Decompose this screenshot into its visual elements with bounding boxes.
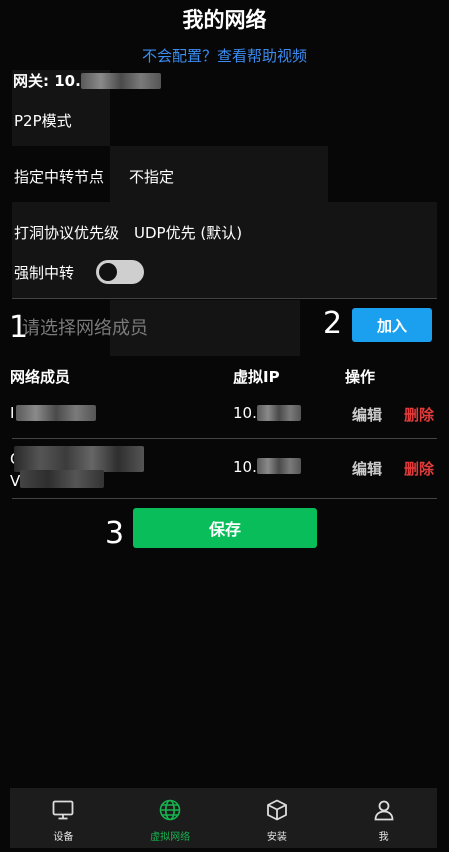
virtual-ip: 10.: [233, 404, 257, 422]
step-marker-3: 3: [105, 516, 125, 551]
divider: [12, 438, 437, 439]
tab-label: 虚拟网络: [150, 832, 191, 843]
header-actions: 操作: [345, 368, 376, 386]
force-relay-label: 强制中转: [14, 264, 75, 282]
redacted-ip: [257, 405, 301, 421]
user-icon: [374, 800, 394, 821]
tab-label: 我: [378, 832, 389, 843]
relay-node-select[interactable]: 不指定: [129, 166, 174, 187]
tab-me[interactable]: 我: [330, 788, 437, 848]
relay-node-label: 指定中转节点: [14, 168, 105, 186]
settings-panel-bg-3: [12, 202, 437, 298]
member-select-input[interactable]: [22, 312, 312, 344]
redacted-member-name: [14, 446, 144, 472]
member-name-line2: V: [10, 472, 21, 490]
member-name: I: [10, 404, 15, 422]
help-video-link[interactable]: 不会配置？查看帮助视频: [0, 45, 449, 66]
table-row: I 10. 编辑 删除: [10, 396, 437, 436]
bottom-tab-bar: 设备 虚拟网络 安装 我: [10, 788, 437, 848]
punch-priority-select[interactable]: UDP优先 (默认): [134, 222, 242, 243]
toggle-knob: [99, 263, 117, 281]
divider: [12, 498, 437, 499]
package-icon: [266, 799, 287, 821]
edit-button[interactable]: 编辑: [352, 404, 382, 425]
edit-button[interactable]: 编辑: [352, 458, 382, 479]
force-relay-toggle[interactable]: [96, 260, 144, 284]
virtual-ip: 10.: [233, 458, 257, 476]
redacted-member-name: [16, 405, 96, 421]
table-row: O V 10. 编辑 删除: [10, 440, 437, 496]
tab-install[interactable]: 安装: [224, 788, 331, 848]
redacted-member-name-2: [20, 470, 104, 488]
gateway-row: 网关: 10.: [13, 70, 161, 91]
globe-icon: [159, 799, 181, 821]
join-button[interactable]: 加入: [352, 308, 432, 342]
step-marker-2: 2: [323, 306, 343, 341]
redacted-ip: [257, 458, 301, 474]
header-virtual-ip: 虚拟IP: [233, 368, 280, 386]
tab-virtual-network[interactable]: 虚拟网络: [117, 788, 224, 848]
tab-label: 设备: [53, 832, 74, 843]
save-button[interactable]: 保存: [133, 508, 317, 548]
tab-devices[interactable]: 设备: [10, 788, 117, 848]
punch-priority-label: 打洞协议优先级: [14, 224, 120, 242]
divider: [12, 298, 437, 299]
monitor-icon: [52, 800, 74, 820]
redacted-gateway-ip: [80, 72, 161, 89]
header-member: 网络成员: [10, 368, 71, 386]
page-title: 我的网络: [182, 8, 267, 32]
p2p-mode-label: P2P模式: [14, 112, 72, 130]
gateway-label: 网关: 10.: [13, 72, 81, 90]
tab-label: 安装: [266, 832, 287, 843]
delete-button[interactable]: 删除: [404, 458, 434, 479]
delete-button[interactable]: 删除: [404, 404, 434, 425]
